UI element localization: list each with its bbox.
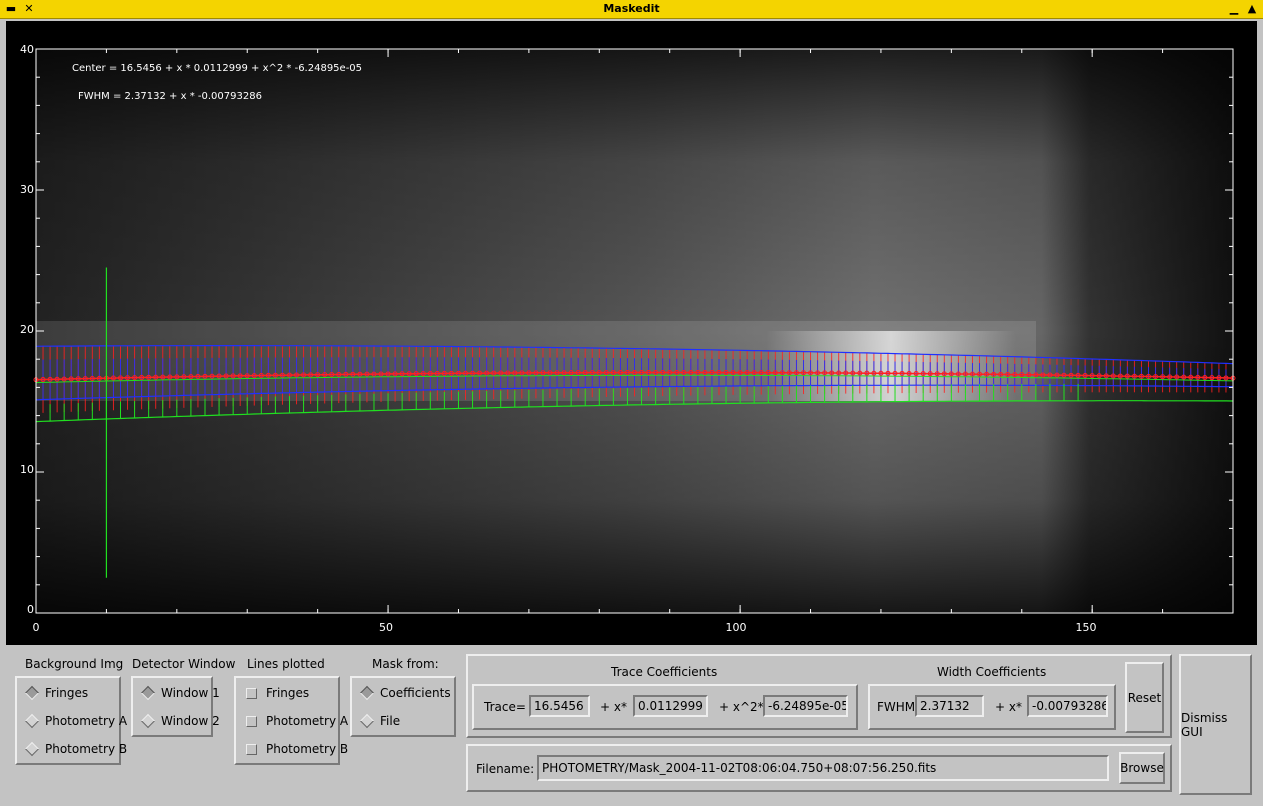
y-tick-label: 30 <box>20 183 34 196</box>
trace-coefficients-title: Trace Coefficients <box>611 665 718 679</box>
fwhm-equation: FWHM = 2.37132 + x * -0.00793286 <box>78 91 262 102</box>
radio-selected-icon <box>24 685 40 701</box>
radio-unselected-icon <box>24 713 40 729</box>
y-tick-label: 20 <box>20 323 34 336</box>
minimize-icon[interactable]: ▁ <box>1227 2 1241 16</box>
x-tick-label: 50 <box>379 621 393 634</box>
lines-photometry-a-checkbox[interactable]: Photometry A <box>244 712 348 730</box>
x-tick-label: 0 <box>33 621 40 634</box>
trace-c1-input[interactable]: 0.0112999 <box>633 695 708 717</box>
checkbox-icon <box>246 715 257 727</box>
width-x-label: + x* <box>995 700 1022 714</box>
width-c0-input[interactable]: 2.37132 <box>915 695 984 717</box>
browse-button[interactable]: Browse <box>1119 752 1165 784</box>
radio-label: Photometry B <box>45 742 128 756</box>
x-tick-label: 150 <box>1076 621 1097 634</box>
trace-x2-label: + x^2* <box>719 700 764 714</box>
lines-photometry-b-checkbox[interactable]: Photometry B <box>244 740 348 758</box>
checkbox-icon <box>246 687 257 699</box>
background-img-label: Background Img <box>25 657 124 671</box>
window-title: Maskedit <box>603 2 660 15</box>
radio-selected-icon <box>359 685 375 701</box>
trace-c0-input[interactable]: 16.5456 <box>529 695 590 717</box>
trace-label: Trace= <box>484 700 526 714</box>
radio-label: Fringes <box>45 686 89 700</box>
y-tick-label: 0 <box>27 603 34 616</box>
reset-button[interactable]: Reset <box>1125 662 1164 733</box>
x-tick-label: 100 <box>726 621 747 634</box>
detector-image-plot: Center = 16.5456 + x * 0.0112999 + x^2 *… <box>20 43 1236 634</box>
checkbox-label: Photometry A <box>266 714 349 728</box>
checkbox-label: Photometry B <box>266 742 349 756</box>
dismiss-gui-button[interactable]: Dismiss GUI <box>1179 654 1252 795</box>
mask-coefficients-radio[interactable]: Coefficients <box>359 684 451 702</box>
radio-label: Window 1 <box>161 686 220 700</box>
detector-window-group: Window 1 Window 2 <box>131 676 220 737</box>
window-2-radio[interactable]: Window 2 <box>140 712 220 730</box>
width-coefficients-title: Width Coefficients <box>937 665 1047 679</box>
radio-unselected-icon <box>24 741 40 757</box>
y-tick-label: 10 <box>20 463 34 476</box>
radio-unselected-icon <box>140 713 156 729</box>
plot-area[interactable]: Center = 16.5456 + x * 0.0112999 + x^2 *… <box>6 21 1257 645</box>
radio-label: Window 2 <box>161 714 220 728</box>
title-bar: ▬ ✕ Maskedit ▁ ▲ <box>0 0 1263 19</box>
trace-c2-input[interactable]: -6.24895e-05 <box>763 695 848 717</box>
mask-file-radio[interactable]: File <box>359 712 401 730</box>
radio-selected-icon <box>140 685 156 701</box>
maximize-icon[interactable]: ▲ <box>1245 2 1259 16</box>
detector-window-label: Detector Window <box>132 657 236 671</box>
radio-unselected-icon <box>359 713 375 729</box>
filename-label: Filename: <box>476 762 535 776</box>
background-fringes-radio[interactable]: Fringes <box>24 684 89 702</box>
checkbox-label: Fringes <box>266 686 310 700</box>
radio-label: Coefficients <box>380 686 451 700</box>
radio-label: File <box>380 714 401 728</box>
center-equation: Center = 16.5456 + x * 0.0112999 + x^2 *… <box>72 63 362 74</box>
background-img-group: Fringes Photometry A Photometry B <box>15 676 127 765</box>
mask-from-label: Mask from: <box>372 657 439 671</box>
lines-plotted-group: Fringes Photometry A Photometry B <box>234 676 348 765</box>
checkbox-icon <box>246 743 257 755</box>
lines-plotted-label: Lines plotted <box>247 657 325 671</box>
lines-fringes-checkbox[interactable]: Fringes <box>244 684 309 702</box>
width-c1-input[interactable]: -0.00793286 <box>1027 695 1108 717</box>
background-photometry-b-radio[interactable]: Photometry B <box>24 740 128 758</box>
mask-from-group: Coefficients File <box>350 676 456 737</box>
filename-input[interactable]: PHOTOMETRY/Mask_2004-11-02T08:06:04.750+… <box>537 755 1109 781</box>
background-photometry-a-radio[interactable]: Photometry A <box>24 712 128 730</box>
y-tick-label: 40 <box>20 43 34 56</box>
trace-x-label: + x* <box>600 700 627 714</box>
radio-label: Photometry A <box>45 714 128 728</box>
window-1-radio[interactable]: Window 1 <box>140 684 220 702</box>
